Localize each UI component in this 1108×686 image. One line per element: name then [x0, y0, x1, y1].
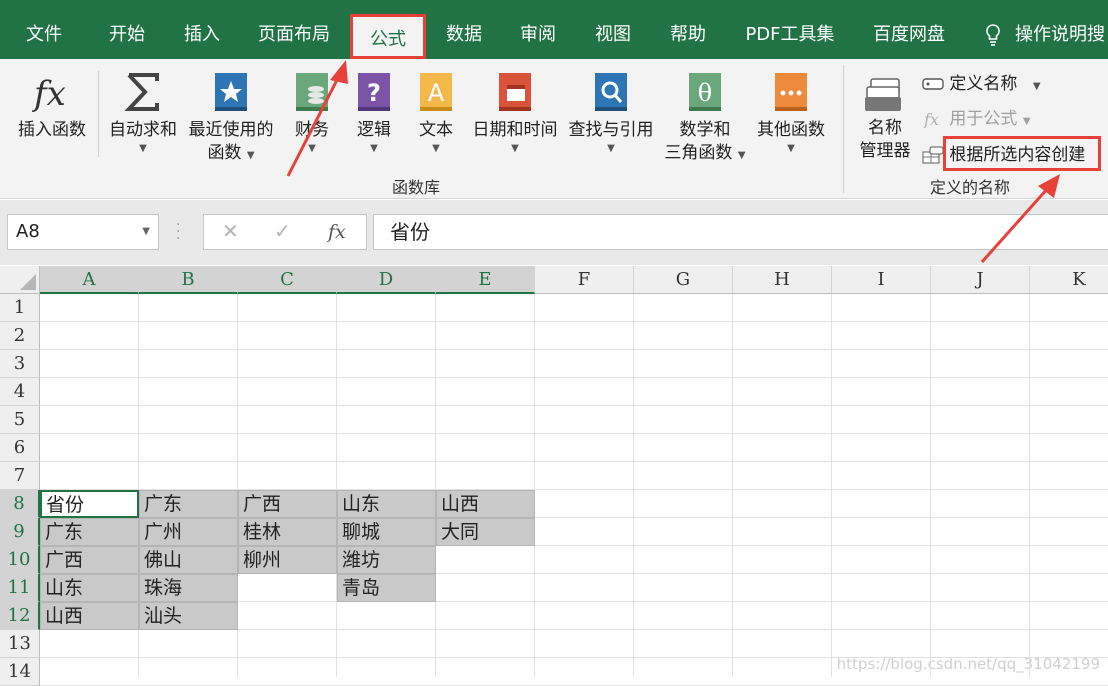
- arrow-to-create-from-selection: [980, 187, 1050, 263]
- annotation-arrows: [286, 60, 1060, 263]
- arrow-to-formulas-tab: [286, 73, 342, 177]
- arrowhead-icon: [330, 60, 348, 84]
